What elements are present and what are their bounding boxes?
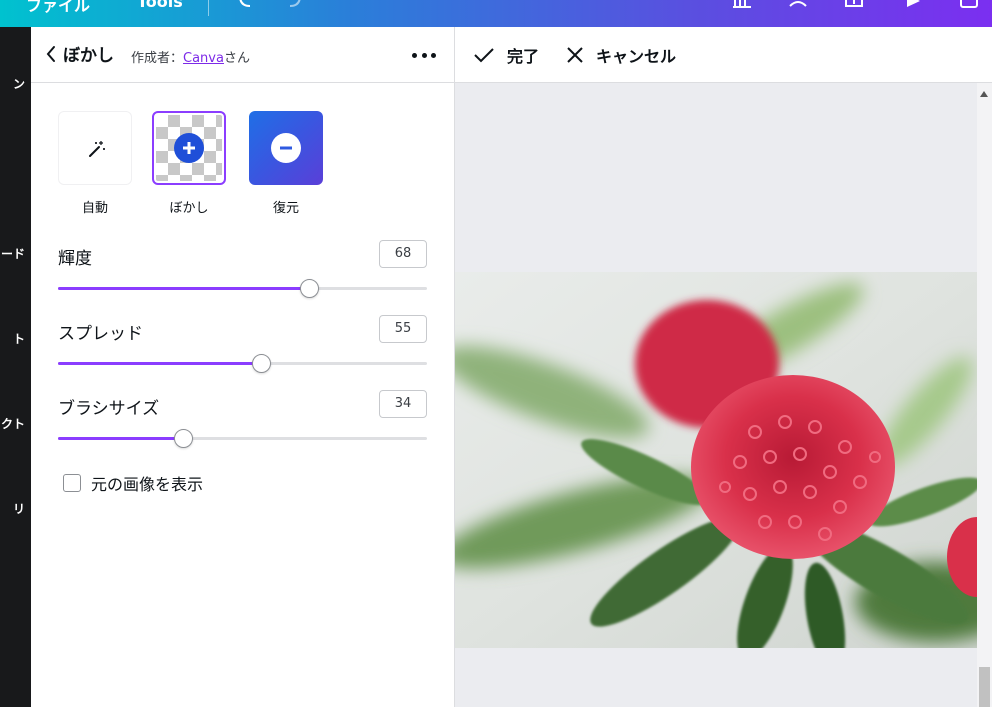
panel-header: ぼかし 作成者：Canvaさん (31, 27, 454, 83)
chart-icon[interactable] (731, 0, 753, 12)
present-play-icon[interactable] (902, 0, 924, 12)
edit-action-bar: 完了 キャンセル (455, 27, 992, 83)
scroll-thumb[interactable] (979, 667, 990, 707)
vertical-scrollbar[interactable] (977, 83, 992, 707)
slider-value-input[interactable]: 34 (379, 390, 427, 418)
auto-tile (58, 111, 132, 185)
back-button[interactable]: ぼかし (45, 41, 114, 66)
tool-label: ぼかし (169, 201, 209, 216)
rail-item[interactable]: ン (13, 75, 25, 92)
cancel-button[interactable]: キャンセル (566, 43, 676, 67)
tool-label: 自動 (81, 201, 108, 216)
rail-item[interactable]: クト (1, 415, 25, 432)
left-rail: ン ード ト クト リ (0, 27, 31, 707)
tool-restore[interactable]: 復元 (249, 111, 323, 216)
top-toolbar: ファイル Tools (0, 0, 992, 27)
slider-value-input[interactable]: 68 (379, 240, 427, 268)
slider-fill (58, 437, 184, 440)
panel-title: ぼかし (63, 46, 114, 66)
author-suffix: さん (223, 51, 250, 66)
share-icon[interactable] (958, 0, 980, 12)
blur-tile (152, 111, 226, 185)
slider-track[interactable] (58, 279, 427, 298)
slider-fill (58, 287, 309, 290)
chevron-left-icon (46, 45, 55, 62)
tools-menu[interactable]: Tools (137, 0, 183, 11)
file-menu[interactable]: ファイル (26, 0, 90, 16)
more-options-icon[interactable] (412, 44, 436, 66)
show-original-toggle[interactable]: 元の画像を表示 (63, 471, 203, 495)
cancel-label: キャンセル (596, 47, 677, 66)
rail-item[interactable]: ード (1, 245, 25, 262)
magic-wand-icon (89, 141, 105, 157)
rail-item[interactable]: リ (13, 500, 25, 517)
toolbar-divider (208, 0, 209, 16)
slider-thumb[interactable] (251, 354, 271, 373)
flower-photo[interactable] (455, 272, 977, 648)
editor-canvas: 完了 キャンセル (454, 27, 992, 707)
share-people-icon[interactable] (787, 0, 809, 12)
tool-auto[interactable]: 自動 (58, 111, 132, 216)
slider-label: 輝度 (58, 249, 92, 269)
undo-icon[interactable] (236, 0, 258, 12)
check-icon (474, 48, 494, 63)
restore-tile (249, 111, 323, 185)
slider-label: スプレッド (58, 324, 143, 344)
slider-thumb[interactable] (174, 429, 194, 448)
blur-panel: ぼかし 作成者：Canvaさん 自動 ぼかし 復元 輝度 68 スプレッド 55… (31, 27, 454, 707)
minus-circle-icon (271, 133, 301, 163)
author-credit: 作成者：Canvaさん (131, 47, 250, 66)
rail-item[interactable]: ト (13, 330, 25, 347)
show-original-label: 元の画像を表示 (91, 475, 204, 494)
download-icon[interactable] (843, 0, 865, 12)
done-button[interactable]: 完了 (473, 43, 539, 67)
tool-label: 復元 (272, 201, 299, 216)
slider-fill (58, 362, 261, 365)
slider-thumb[interactable] (299, 279, 319, 298)
slider-value-input[interactable]: 55 (379, 315, 427, 343)
done-label: 完了 (507, 47, 540, 66)
author-prefix: 作成者： (131, 51, 184, 66)
scroll-up-arrow[interactable] (980, 91, 988, 97)
close-icon (567, 47, 583, 63)
plus-circle-icon (174, 133, 204, 163)
author-link[interactable]: Canva (183, 51, 224, 66)
slider-track[interactable] (58, 429, 427, 448)
redo-icon[interactable] (282, 0, 304, 12)
slider-track[interactable] (58, 354, 427, 373)
slider-label: ブラシサイズ (58, 399, 160, 419)
show-original-checkbox[interactable] (63, 474, 81, 492)
tool-blur[interactable]: ぼかし (152, 111, 226, 216)
